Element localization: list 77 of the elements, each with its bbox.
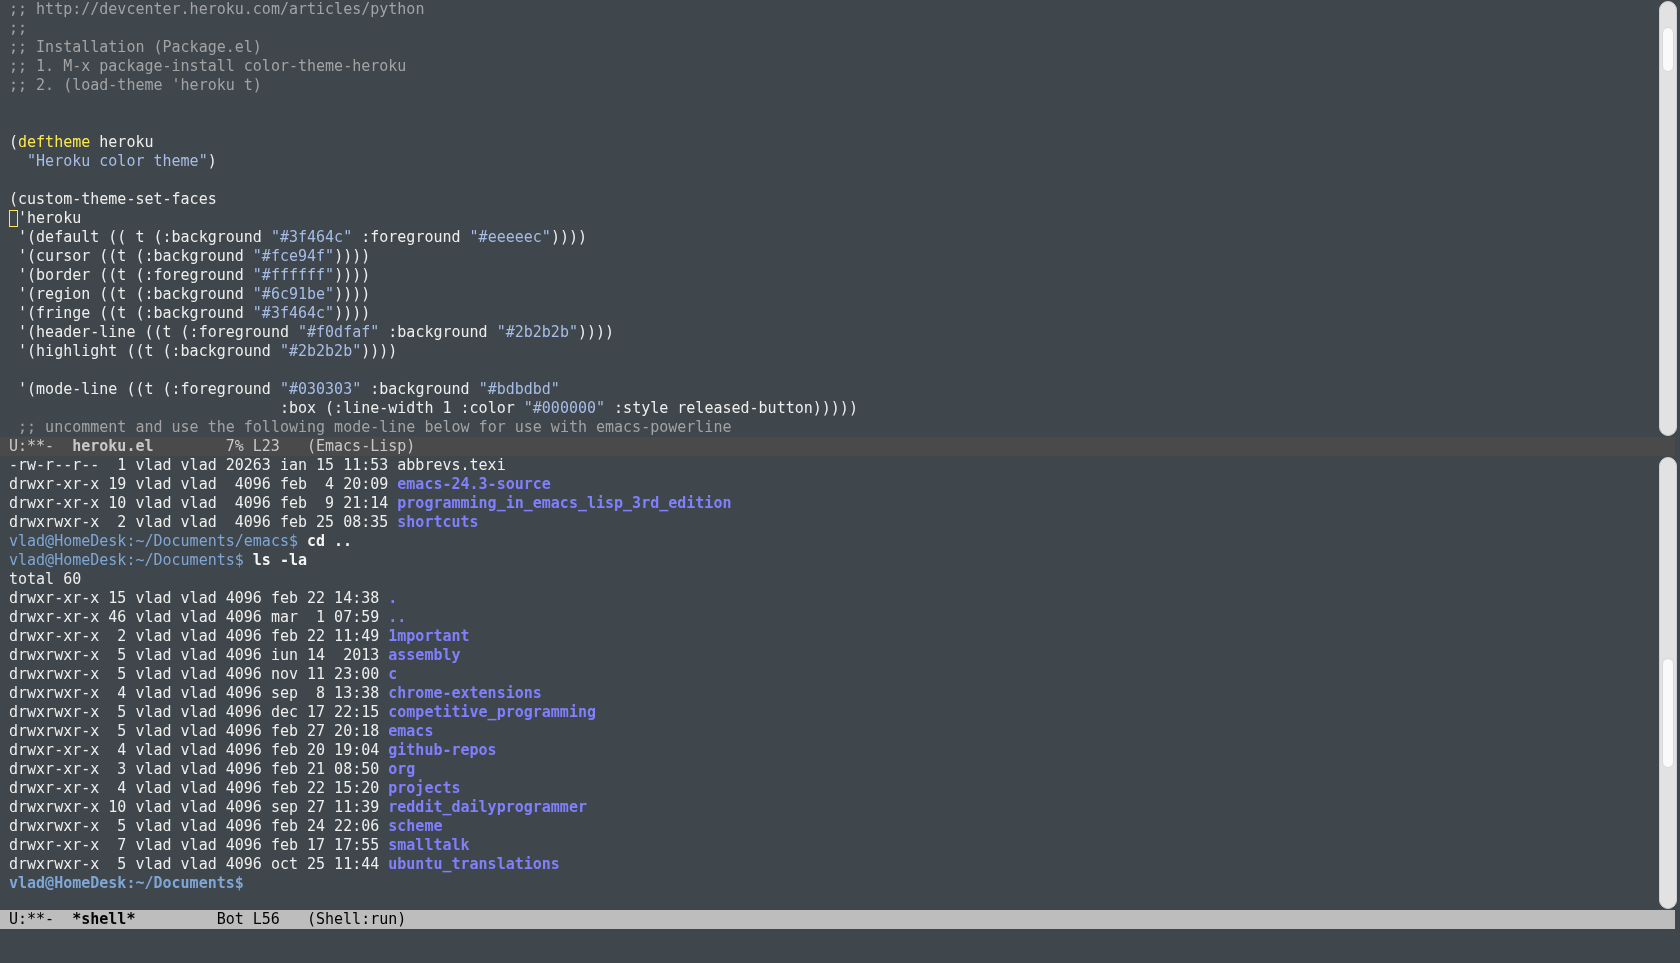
directory-name: shortcuts — [397, 513, 479, 532]
scrollbar[interactable] — [1659, 1, 1677, 436]
shell-output: total 60 — [9, 570, 82, 589]
file-info: -rw-r--r-- 1 vlad vlad 20263 ian 15 11:53 — [9, 456, 389, 475]
code-line: '(cursor ((t (:background "#fce94f")))) — [17, 247, 371, 266]
file-info: drwxr-xr-x 19 vlad vlad 4096 feb 4 20:09 — [9, 475, 389, 494]
directory-name: smalltalk — [388, 836, 470, 855]
directory-name: org — [388, 760, 416, 779]
file-info: drwxr-xr-x 7 vlad vlad 4096 feb 17 17:55 — [9, 836, 380, 855]
file-info: drwxr-xr-x 4 vlad vlad 4096 feb 22 15:20 — [9, 779, 380, 798]
file-info: drwxrwxr-x 4 vlad vlad 4096 sep 8 13:38 — [9, 684, 380, 703]
code-line: '(default (( t (:background "#3f464c" :foreground "#eeeeec")))) — [17, 228, 587, 247]
code-line: ;; Installation (Package.el) — [9, 38, 262, 57]
file-info: drwxrwxr-x 5 vlad vlad 4096 oct 25 11:44 — [9, 855, 380, 874]
file-info: drwxr-xr-x 15 vlad vlad 4096 feb 22 14:38 — [9, 589, 380, 608]
line-number: L23 — [251, 437, 281, 456]
directory-name: c — [388, 665, 398, 684]
code-line: ;; 2. (load-theme 'heroku t) — [9, 76, 262, 95]
file-info: drwxrwxr-x 5 vlad vlad 4096 feb 27 20:18 — [9, 722, 380, 741]
directory-name: 1mportant — [388, 627, 470, 646]
code-line: ;; http://devcenter.heroku.com/articles/python — [9, 0, 425, 19]
code-line: '(mode-line ((t (:foreground "#030303" :background "#bdbdbd" — [17, 380, 560, 399]
buffer-status: U:**- — [9, 910, 56, 929]
buffer-name: *shell* — [72, 910, 137, 929]
directory-name: programming_in_emacs_lisp_3rd_edition — [397, 494, 732, 513]
code-line: (custom-theme-set-faces — [9, 190, 217, 209]
directory-name: ubuntu_translations — [388, 855, 560, 874]
major-mode: (Shell:run) — [306, 910, 407, 929]
file-name: abbrevs.texi — [397, 456, 506, 475]
major-mode: (Emacs-Lisp) — [306, 437, 416, 456]
file-info: drwxrwxr-x 2 vlad vlad 4096 feb 25 08:35 — [9, 513, 389, 532]
buffer-status: U:**- — [9, 437, 56, 456]
directory-name: scheme — [388, 817, 443, 836]
file-info: drwxrwxr-x 5 vlad vlad 4096 feb 24 22:06 — [9, 817, 380, 836]
scrollbar[interactable] — [1659, 457, 1677, 909]
shell-prompt: vlad@HomeDesk:~/Documents$ — [9, 874, 244, 893]
directory-name: .. — [388, 608, 407, 627]
file-info: drwxrwxr-x 10 vlad vlad 4096 sep 27 11:39 — [9, 798, 380, 817]
file-info: drwxr-xr-x 46 vlad vlad 4096 mar 1 07:59 — [9, 608, 380, 627]
directory-name: competitive_programming — [388, 703, 596, 722]
code-line: "Heroku color theme") — [26, 152, 217, 171]
shell-prompt: vlad@HomeDesk:~/Documents$ — [9, 551, 244, 570]
directory-name: chrome-extensions — [388, 684, 542, 703]
shell-command: cd .. — [307, 532, 353, 551]
file-info: drwxr-xr-x 10 vlad vlad 4096 feb 9 21:14 — [9, 494, 389, 513]
scrollbar-thumb[interactable] — [1662, 27, 1674, 72]
directory-name: emacs-24.3-source — [397, 475, 551, 494]
code-line: '(header-line ((t (:foreground "#f0dfaf" :background "#2b2b2b")))) — [17, 323, 615, 342]
file-info: drwxr-xr-x 4 vlad vlad 4096 feb 20 19:04 — [9, 741, 380, 760]
code-line: ;; uncomment and use the following mode-line below for use with emacs-powerline — [17, 418, 732, 437]
shell-command: ls -la — [252, 551, 307, 570]
file-info: drwxrwxr-x 5 vlad vlad 4096 dec 17 22:15 — [9, 703, 380, 722]
file-info: drwxr-xr-x 3 vlad vlad 4096 feb 21 08:50 — [9, 760, 380, 779]
file-info: drwxrwxr-x 5 vlad vlad 4096 iun 14 2013 — [9, 646, 380, 665]
line-number: L56 — [251, 910, 281, 929]
code-line: '(region ((t (:background "#6c91be")))) — [17, 285, 371, 304]
directory-name: projects — [388, 779, 461, 798]
file-info: drwxr-xr-x 2 vlad vlad 4096 feb 22 11:49 — [9, 627, 380, 646]
code-line: :box (:line-width 1 :color "#000000" :style released-button))))) — [278, 399, 858, 418]
buffer-name: heroku.el — [72, 437, 155, 456]
code-line: ;; — [9, 19, 28, 38]
code-line: ;; 1. M-x package-install color-theme-heroku — [9, 57, 407, 76]
directory-name: reddit_dailyprogrammer — [388, 798, 587, 817]
buffer-position: 7% — [224, 437, 244, 456]
code-line: (deftheme heroku — [9, 133, 154, 152]
directory-name: assembly — [388, 646, 461, 665]
code-line: '(fringe ((t (:background "#3f464c")))) — [17, 304, 371, 323]
directory-name: . — [388, 589, 398, 608]
directory-name: github-repos — [388, 741, 497, 760]
code-line: '(border ((t (:foreground "#ffffff")))) — [17, 266, 371, 285]
code-line: '(highlight ((t (:background "#2b2b2b")))) — [17, 342, 398, 361]
directory-name: emacs — [388, 722, 434, 741]
scrollbar-thumb[interactable] — [1662, 658, 1674, 768]
shell-prompt: vlad@HomeDesk:~/Documents/emacs$ — [9, 532, 298, 551]
file-info: drwxrwxr-x 5 vlad vlad 4096 nov 11 23:00 — [9, 665, 380, 684]
code-line: 'heroku — [18, 209, 82, 228]
buffer-position: Bot — [215, 910, 244, 929]
